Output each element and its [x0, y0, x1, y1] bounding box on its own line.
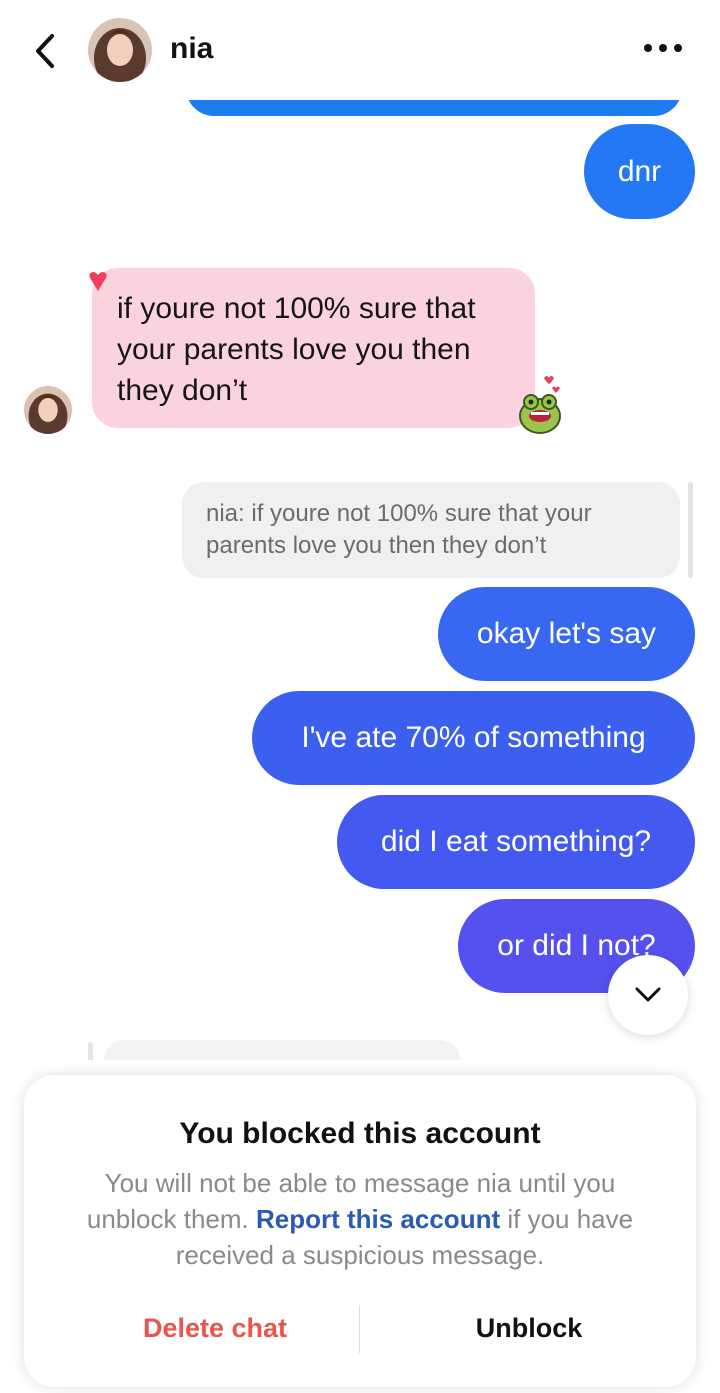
- message-bubble-outgoing[interactable]: did I eat something?: [337, 795, 695, 889]
- chat-header: nia: [0, 0, 720, 100]
- more-horizontal-icon[interactable]: [640, 38, 686, 60]
- blocked-account-panel: You blocked this account You will not be…: [24, 1075, 696, 1387]
- scroll-to-bottom-button[interactable]: [608, 955, 688, 1035]
- sender-avatar[interactable]: [24, 386, 72, 434]
- message-bubble-outgoing[interactable]: dnr: [584, 124, 695, 219]
- button-divider: [359, 1305, 360, 1353]
- blocked-title: You blocked this account: [179, 1117, 541, 1150]
- blocked-description: You will not be able to message nia unti…: [60, 1165, 660, 1273]
- unblock-button[interactable]: Unblock: [444, 1313, 614, 1344]
- report-account-link[interactable]: Report this account: [256, 1204, 500, 1234]
- reply-quote[interactable]: nia: if youre not 100% sure that your pa…: [182, 482, 680, 578]
- reply-indicator-line: [688, 482, 693, 578]
- heart-reaction-icon: [88, 270, 108, 292]
- back-chevron-icon[interactable]: [30, 33, 60, 69]
- contact-name[interactable]: nia: [170, 32, 213, 66]
- message-bubble-outgoing[interactable]: I've ate 70% of something: [252, 691, 695, 785]
- message-bubble-outgoing[interactable]: okay let's say: [438, 587, 695, 681]
- contact-avatar[interactable]: [88, 18, 152, 82]
- delete-chat-button[interactable]: Delete chat: [104, 1313, 326, 1344]
- message-bubble-incoming[interactable]: if youre not 100% sure that your parents…: [92, 268, 535, 428]
- chevron-down-icon: [635, 987, 661, 1002]
- frog-sticker-icon: [514, 372, 566, 436]
